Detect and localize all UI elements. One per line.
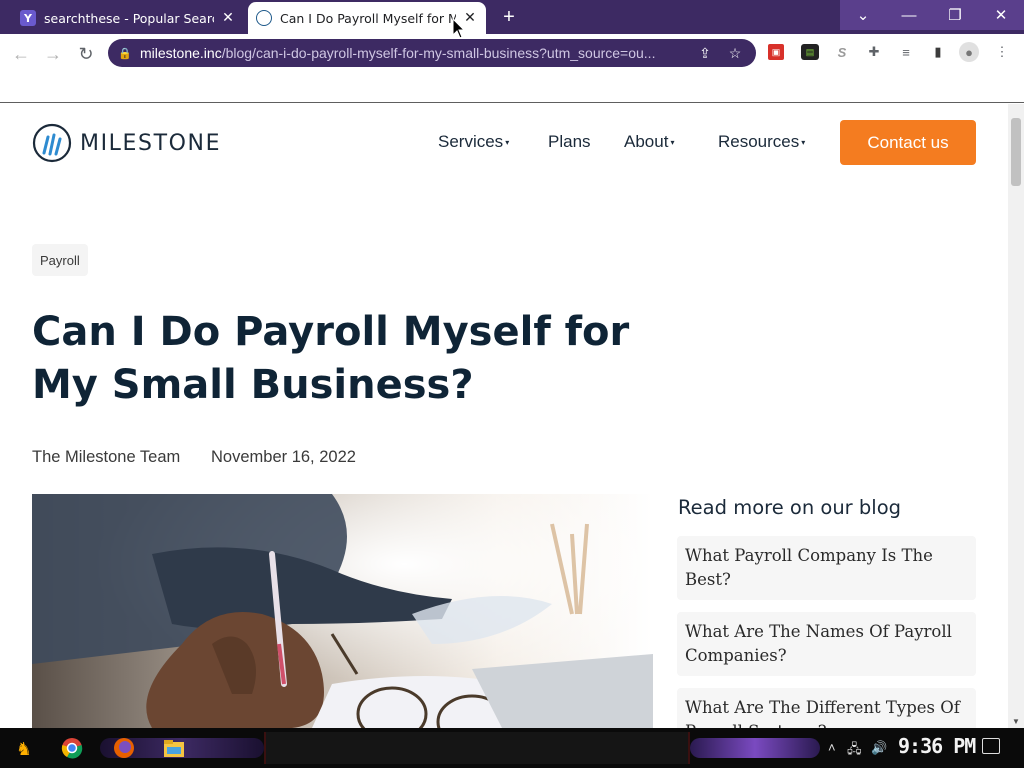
- related-post-link[interactable]: What Payroll Company Is The Best?: [677, 536, 976, 600]
- notification-icon[interactable]: [982, 738, 1000, 754]
- milestone-logo-icon: [32, 123, 72, 163]
- yahoo-favicon-icon: Y: [20, 10, 36, 26]
- tab-milestone-blog[interactable]: Can I Do Payroll Myself for My ✕: [248, 2, 486, 34]
- nav-services[interactable]: Services ▾: [438, 132, 509, 152]
- profile-icon[interactable]: ●: [959, 42, 979, 62]
- nav-about[interactable]: About ▾: [624, 132, 674, 152]
- file-explorer-taskbar-icon[interactable]: [160, 735, 188, 761]
- category-tag[interactable]: Payroll: [32, 244, 88, 276]
- tab-searchthese[interactable]: Y searchthese - Popular Search T ✕: [12, 2, 244, 34]
- taskbar-window-area[interactable]: [264, 732, 690, 764]
- taskbar-decoration: [690, 738, 820, 758]
- network-icon[interactable]: 🖧: [847, 740, 862, 762]
- start-button[interactable]: ♞: [8, 736, 40, 762]
- close-tab-icon[interactable]: ✕: [220, 10, 236, 26]
- share-icon[interactable]: ⇪: [694, 45, 716, 62]
- bookmark-star-icon[interactable]: ☆: [724, 45, 746, 62]
- chrome-icon: [61, 738, 83, 759]
- site-logo[interactable]: MILESTONE: [32, 122, 221, 164]
- bookmark-bar: [0, 72, 1024, 103]
- caret-down-icon: ▾: [801, 138, 806, 148]
- milestone-favicon-icon: [256, 10, 272, 26]
- related-post-link[interactable]: What Are The Names Of Payroll Companies?: [677, 612, 976, 676]
- sidepanel-icon[interactable]: ▮: [928, 42, 948, 62]
- taskbar: ♞ ˄ 🖧 🔊 9:36 PM: [0, 728, 1024, 768]
- article-title: Can I Do Payroll Myself for My Small Bus…: [32, 309, 630, 408]
- scroll-down-arrow-icon[interactable]: ▼: [1012, 717, 1020, 726]
- nav-plans[interactable]: Plans: [548, 132, 591, 152]
- firefox-icon: [114, 738, 134, 758]
- chrome-taskbar-icon[interactable]: [58, 735, 86, 761]
- tab-search-icon[interactable]: ⌄: [840, 0, 886, 30]
- logo-text: MILESTONE: [80, 130, 222, 156]
- new-tab-button[interactable]: +: [498, 6, 520, 28]
- volume-icon[interactable]: 🔊: [871, 740, 887, 756]
- forward-icon[interactable]: →: [40, 41, 66, 67]
- caret-down-icon: ▾: [670, 138, 675, 148]
- restore-button[interactable]: ❐: [932, 0, 978, 30]
- sidebar-title: Read more on our blog: [678, 496, 902, 519]
- tab-title: Can I Do Payroll Myself for My: [280, 10, 456, 26]
- pdf-icon[interactable]: ▣: [768, 44, 784, 60]
- puzzle-icon[interactable]: ✚: [864, 42, 884, 62]
- lock-icon[interactable]: 🔒: [118, 47, 132, 60]
- page-scrollbar[interactable]: ▼: [1008, 104, 1024, 728]
- scrollbar-thumb[interactable]: [1011, 118, 1021, 186]
- hero-photo-illustration: [32, 494, 653, 728]
- reload-icon[interactable]: ↻: [73, 41, 99, 67]
- mouse-cursor-icon: [452, 18, 466, 39]
- tray-expand-icon[interactable]: ˄: [828, 740, 836, 755]
- taskbar-clock[interactable]: 9:36 PM: [898, 734, 976, 758]
- s-icon[interactable]: S: [832, 42, 852, 62]
- firefox-taskbar-icon[interactable]: [110, 735, 138, 761]
- related-post-link[interactable]: What Are The Different Types Of Payroll …: [677, 688, 976, 728]
- back-icon[interactable]: ←: [8, 41, 34, 67]
- folder-icon: [164, 740, 184, 757]
- web-page: MILESTONE Services ▾ Plans About ▾ Resourc…: [0, 104, 1008, 728]
- hero-image: [32, 494, 653, 728]
- tab-title: searchthese - Popular Search T: [44, 10, 214, 26]
- tv-icon[interactable]: ▤: [801, 44, 819, 60]
- caret-down-icon: ▾: [505, 138, 510, 148]
- address-bar[interactable]: 🔒 milestone.inc/blog/can-i-do-payroll-my…: [108, 39, 756, 67]
- contact-us-button[interactable]: Contact us: [840, 120, 976, 165]
- minimize-button[interactable]: —: [886, 0, 932, 30]
- tab-strip: Y searchthese - Popular Search T ✕ Can I…: [0, 0, 1024, 34]
- playlist-icon[interactable]: ≡: [896, 42, 916, 62]
- close-window-button[interactable]: ✕: [978, 0, 1024, 30]
- menu-icon[interactable]: ⋮: [992, 42, 1012, 62]
- article-author[interactable]: The Milestone Team: [32, 448, 180, 467]
- article-date: November 16, 2022: [211, 448, 356, 466]
- url-text[interactable]: milestone.inc/blog/can-i-do-payroll-myse…: [140, 45, 686, 61]
- nav-resources[interactable]: Resources ▾: [718, 132, 805, 152]
